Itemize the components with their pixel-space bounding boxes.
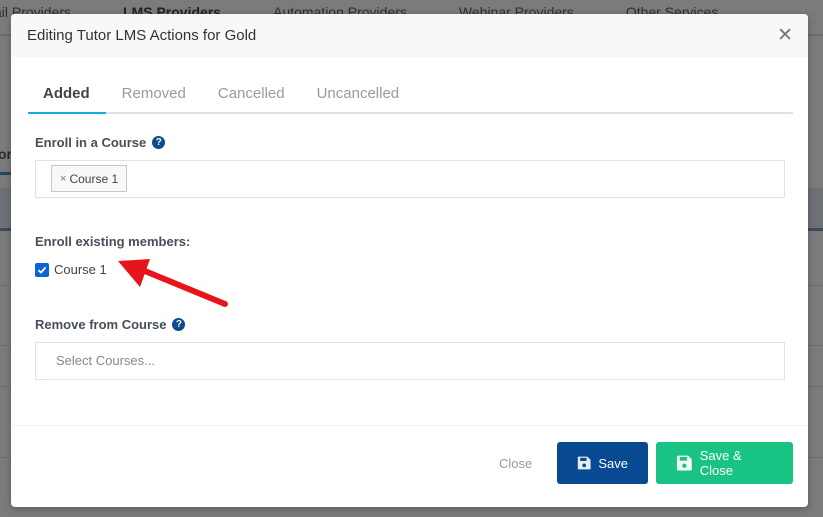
selected-course-label: Course 1 [69,171,119,186]
help-icon[interactable]: ? [172,318,186,331]
save-label: Save [598,455,628,471]
modal-header: Editing Tutor LMS Actions for Gold ✕ [11,14,808,57]
save-and-close-label: Save & Close [699,448,742,478]
enroll-course-label-text: Enroll in a Course [35,135,147,150]
modal-footer: Close Save Save & Close [11,425,808,507]
check-icon [37,266,47,274]
floppy-disk-icon [676,455,692,471]
help-icon[interactable]: ? [152,136,166,149]
remove-course-placeholder: Select Courses... [56,353,155,368]
save-button[interactable]: Save [557,442,648,484]
remove-course-label: Remove from Course ? [35,317,186,332]
close-button[interactable]: Close [499,456,532,471]
enroll-course-select[interactable]: × Course 1 [35,160,785,198]
modal-title: Editing Tutor LMS Actions for Gold [27,27,257,44]
enroll-existing-option[interactable]: Course 1 [35,262,107,277]
tab-added[interactable]: Added [28,81,106,114]
save-and-close-button[interactable]: Save & Close [656,442,793,484]
enroll-existing-option-label: Course 1 [54,262,107,277]
enroll-course-label: Enroll in a Course ? [35,135,166,150]
tab-uncancelled[interactable]: Uncancelled [301,81,416,112]
close-icon[interactable]: ✕ [777,26,793,45]
tab-removed[interactable]: Removed [106,81,202,112]
edit-actions-modal: Editing Tutor LMS Actions for Gold ✕ Add… [11,14,808,507]
floppy-disk-icon [577,456,591,470]
enroll-existing-label: Enroll existing members: [35,234,191,249]
remove-course-select[interactable]: Select Courses... [35,342,785,380]
selected-course-tag: × Course 1 [51,165,128,192]
tab-cancelled[interactable]: Cancelled [202,81,301,112]
remove-tag-icon[interactable]: × [60,173,66,185]
action-tabs: Added Removed Cancelled Uncancelled [28,81,793,114]
checkbox-checked[interactable] [35,262,49,277]
remove-course-label-text: Remove from Course [35,317,167,332]
